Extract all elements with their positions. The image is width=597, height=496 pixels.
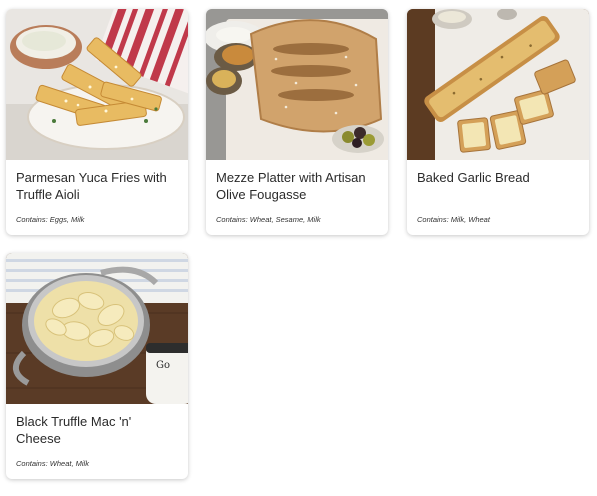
mac-cheese-photo[interactable]: Go xyxy=(6,253,188,404)
allergen-info: Contains: Eggs, Milk xyxy=(16,215,85,224)
svg-text:Go: Go xyxy=(156,360,170,371)
yuca-fries-photo[interactable] xyxy=(6,9,188,160)
garlic-bread-photo[interactable] xyxy=(407,9,589,160)
mezze-platter-photo[interactable] xyxy=(206,9,388,160)
menu-card-mac-cheese[interactable]: Go Black Truffle Mac 'n' Cheese Contains… xyxy=(6,253,188,479)
menu-card-mezze-platter[interactable]: Mezze Platter with Artisan Olive Fougass… xyxy=(206,9,388,235)
allergen-info: Contains: Milk, Wheat xyxy=(417,215,490,224)
menu-item-title[interactable]: Black Truffle Mac 'n' Cheese xyxy=(16,413,178,447)
menu-card-yuca-fries[interactable]: Parmesan Yuca Fries with Truffle Aioli C… xyxy=(6,9,188,235)
menu-item-title[interactable]: Baked Garlic Bread xyxy=(417,169,579,186)
menu-item-title[interactable]: Mezze Platter with Artisan Olive Fougass… xyxy=(216,169,378,203)
allergen-info: Contains: Wheat, Sesame, Milk xyxy=(216,215,321,224)
allergen-info: Contains: Wheat, Milk xyxy=(16,459,89,468)
menu-item-title[interactable]: Parmesan Yuca Fries with Truffle Aioli xyxy=(16,169,178,203)
menu-grid: Parmesan Yuca Fries with Truffle Aioli C… xyxy=(0,0,597,496)
menu-card-garlic-bread[interactable]: Baked Garlic Bread Contains: Milk, Wheat xyxy=(407,9,589,235)
